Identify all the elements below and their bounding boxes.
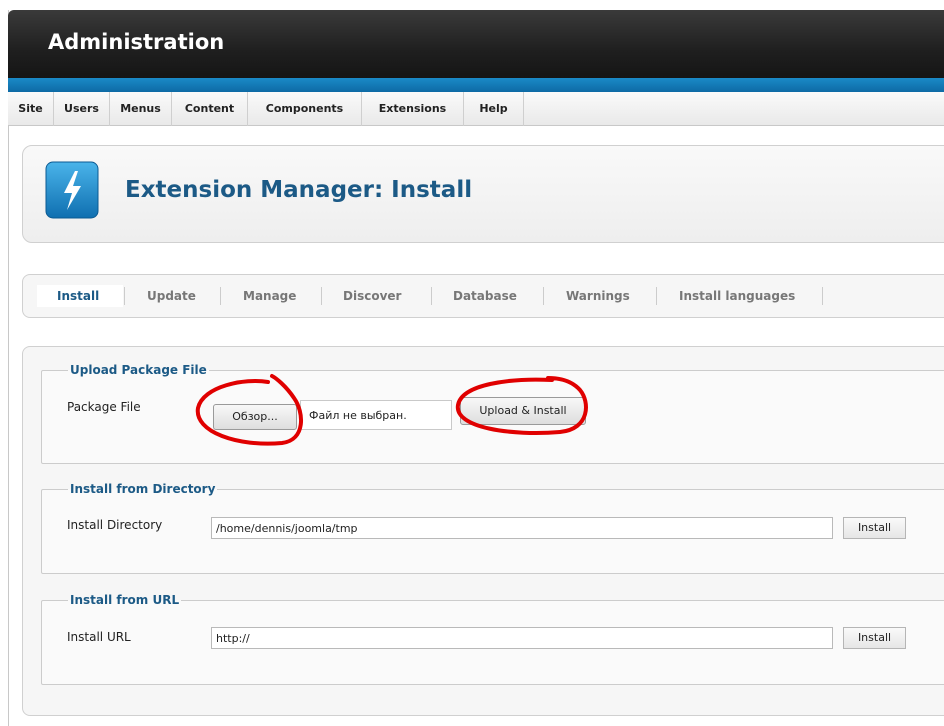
package-file-label: Package File (67, 400, 141, 414)
menu-item-extensions[interactable]: Extensions (362, 92, 464, 126)
browse-button[interactable]: Обзор... (213, 404, 297, 430)
tab-warnings[interactable]: Warnings (566, 287, 630, 305)
tab-separator (822, 287, 823, 305)
install-directory-label: Install Directory (67, 518, 163, 532)
install-url-legend: Install from URL (70, 593, 180, 607)
menu-item-help[interactable]: Help (464, 92, 524, 126)
install-url-input[interactable] (211, 627, 833, 649)
tab-update[interactable]: Update (147, 287, 196, 305)
tab-separator (431, 287, 432, 305)
menu-item-components[interactable]: Components (248, 92, 362, 126)
main-menu: Site Users Menus Content Components Exte… (8, 92, 944, 126)
tab-database[interactable]: Database (453, 287, 517, 305)
header-strip (8, 78, 944, 92)
menu-item-site[interactable]: Site (8, 92, 54, 126)
tab-install[interactable]: Install (57, 287, 99, 305)
menu-item-content[interactable]: Content (172, 92, 248, 126)
page-title: Extension Manager: Install (125, 177, 473, 203)
menu-item-users[interactable]: Users (54, 92, 110, 126)
tab-separator (543, 287, 544, 305)
upload-install-button[interactable]: Upload & Install (460, 397, 586, 425)
install-directory-button[interactable]: Install (843, 517, 906, 539)
subnav-tabs: Install Update Manage Discover Database … (22, 274, 944, 318)
menu-item-menus[interactable]: Menus (110, 92, 172, 126)
file-status-text: Файл не выбран. (300, 400, 452, 430)
lightning-bolt-icon (45, 161, 99, 219)
tab-separator (656, 287, 657, 305)
tab-install-languages[interactable]: Install languages (679, 287, 795, 305)
tab-manage[interactable]: Manage (243, 287, 296, 305)
install-url-label: Install URL (67, 630, 131, 644)
upload-package-legend: Upload Package File (70, 363, 207, 377)
admin-title: Administration (48, 30, 225, 54)
tab-separator (124, 287, 125, 305)
install-directory-input[interactable] (211, 517, 833, 539)
install-url-button[interactable]: Install (843, 627, 906, 649)
tab-separator (220, 287, 221, 305)
tab-separator (321, 287, 322, 305)
install-directory-legend: Install from Directory (70, 482, 216, 496)
tab-discover[interactable]: Discover (343, 287, 401, 305)
admin-header: Administration (8, 10, 944, 78)
